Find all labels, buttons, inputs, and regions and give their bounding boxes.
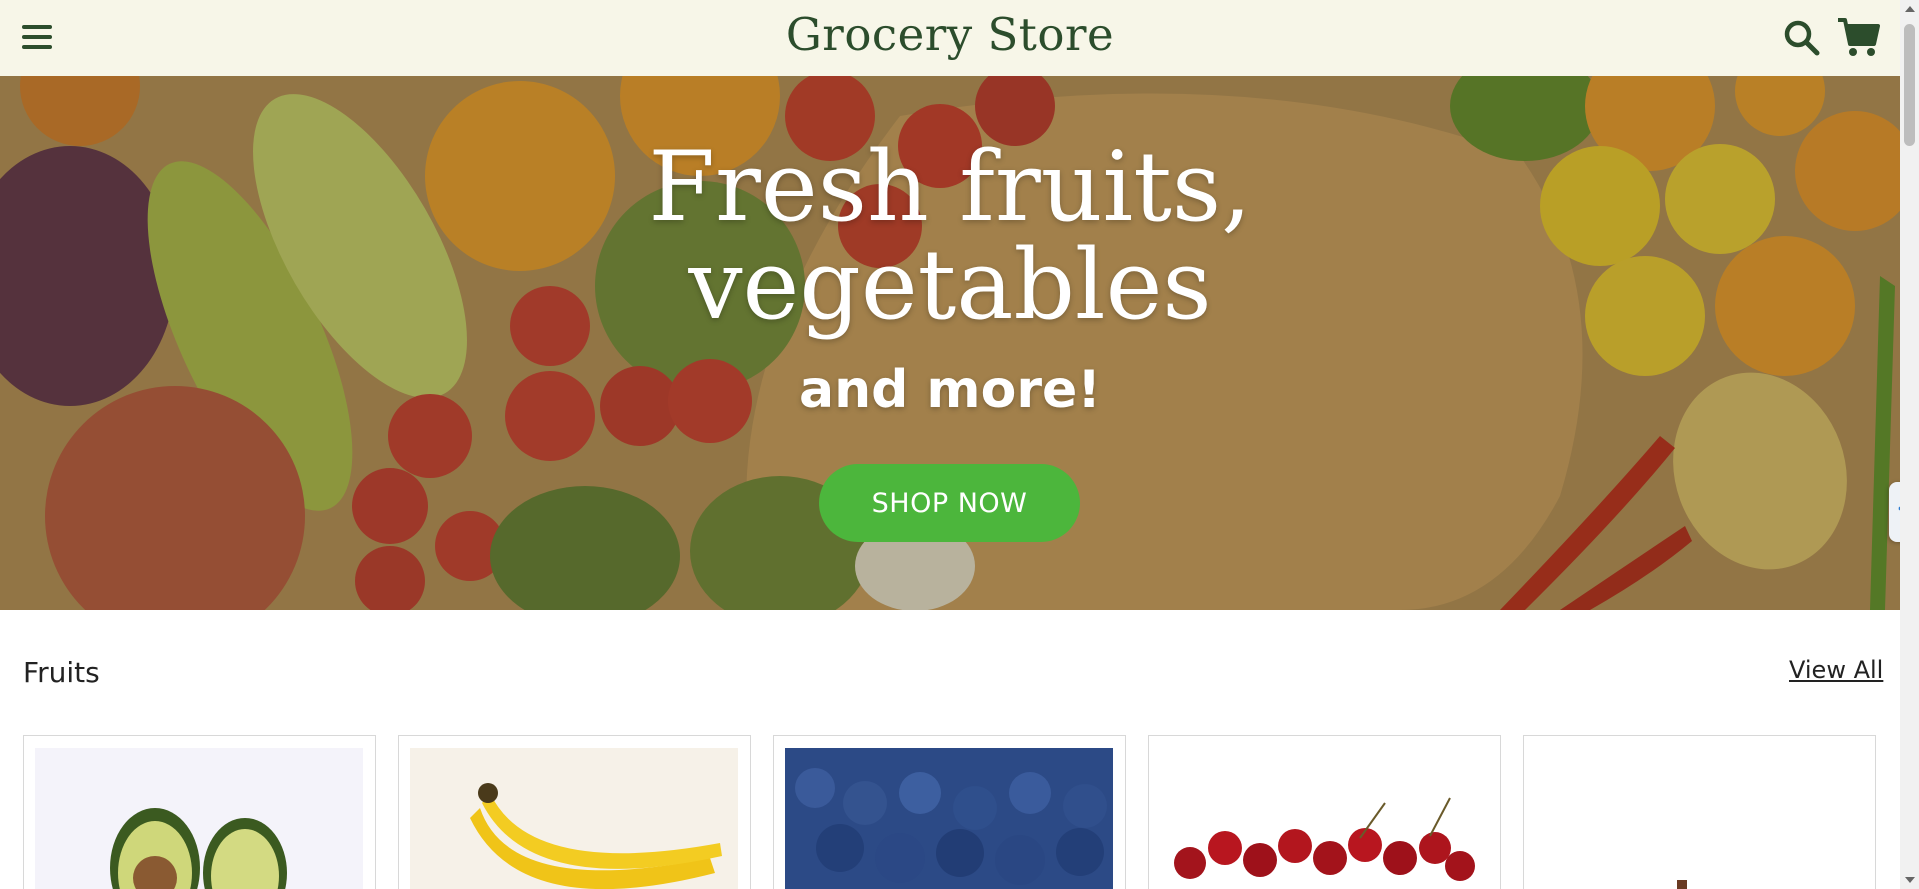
product-card[interactable] [398, 735, 751, 889]
scroll-up-arrow-icon[interactable] [1905, 6, 1915, 12]
scrollbar-thumb[interactable] [1904, 24, 1915, 146]
hero-title-line: Fresh fruits, [648, 131, 1252, 243]
product-card[interactable] [1523, 735, 1876, 889]
product-card[interactable] [23, 735, 376, 889]
side-panel-tab[interactable]: ‹ [1889, 482, 1900, 542]
search-button[interactable] [1782, 18, 1822, 58]
hero-title: Fresh fruits, vegetables [0, 138, 1900, 334]
product-image-avocado [35, 748, 363, 889]
section-title: Fruits [23, 656, 100, 689]
hero-subtitle: and more! [799, 360, 1101, 420]
cart-button[interactable] [1836, 16, 1880, 58]
cart-icon [1838, 18, 1880, 56]
product-image-blueberry [785, 748, 1113, 889]
product-image-cherry [1160, 748, 1488, 889]
page: Grocery Store Fresh fruits, vegetables a… [0, 0, 1900, 889]
scrollbar[interactable] [1900, 0, 1919, 889]
hero-banner: Fresh fruits, vegetables and more! SHOP … [0, 76, 1900, 610]
brand-title[interactable]: Grocery Store [0, 8, 1900, 61]
hero-title-line: vegetables [688, 229, 1212, 341]
shop-now-button[interactable]: SHOP NOW [819, 464, 1080, 542]
search-icon [1784, 20, 1820, 56]
product-image-fruit [1535, 748, 1863, 889]
product-image-banana [410, 748, 738, 889]
product-card[interactable] [1148, 735, 1501, 889]
view-all-link[interactable]: View All [1789, 656, 1883, 684]
site-header: Grocery Store [0, 0, 1900, 76]
scroll-down-arrow-icon[interactable] [1905, 877, 1915, 883]
product-card[interactable] [773, 735, 1126, 889]
